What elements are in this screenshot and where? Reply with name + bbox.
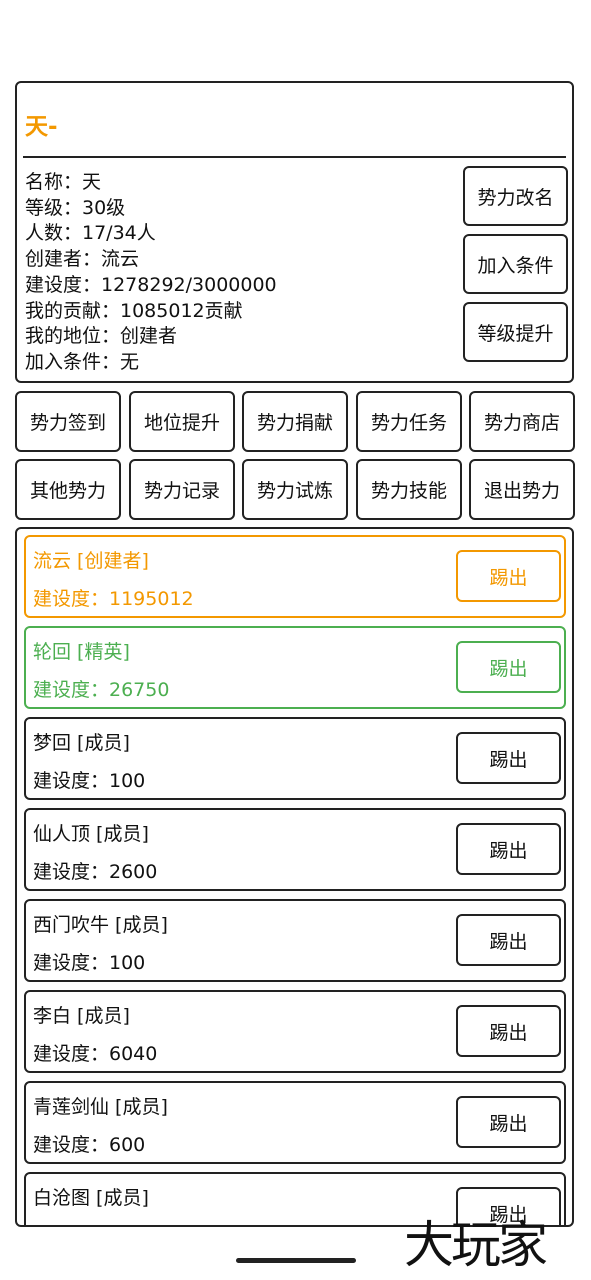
info-name: 名称：天 bbox=[25, 171, 102, 193]
member-row-creator: 流云 [创建者] 建设度：1195012 踢出 bbox=[24, 535, 566, 618]
guild-title: 天- bbox=[25, 114, 58, 140]
watermark-logo: 大玩家 bbox=[404, 1216, 548, 1274]
other-guilds-button[interactable]: 其他势力 bbox=[15, 459, 121, 520]
member-construction: 建设度：26750 bbox=[33, 679, 170, 701]
member-name: 青莲剑仙 [成员] bbox=[33, 1096, 168, 1118]
guild-trial-button[interactable]: 势力试炼 bbox=[242, 459, 348, 520]
member-row: 青莲剑仙 [成员] 建设度：600 踢出 bbox=[24, 1081, 566, 1164]
kick-button[interactable]: 踢出 bbox=[456, 550, 561, 602]
member-construction: 建设度：100 bbox=[33, 770, 146, 792]
member-name: 仙人顶 [成员] bbox=[33, 823, 149, 845]
info-join-condition: 加入条件：无 bbox=[25, 350, 140, 373]
kick-button[interactable]: 踢出 bbox=[456, 1096, 561, 1148]
info-my-position: 我的地位：创建者 bbox=[25, 325, 178, 348]
home-indicator[interactable] bbox=[236, 1258, 356, 1263]
kick-button[interactable]: 踢出 bbox=[456, 823, 561, 875]
rank-up-button[interactable]: 地位提升 bbox=[129, 391, 235, 452]
level-up-button[interactable]: 等级提升 bbox=[463, 302, 568, 362]
member-construction: 建设度：1195012 bbox=[33, 588, 194, 610]
info-my-contribution: 我的贡献：1085012贡献 bbox=[25, 299, 243, 322]
guild-info-panel: 天- 名称：天 等级：30级 人数：17/34人 创建者：流云 建设度：1278… bbox=[15, 81, 574, 383]
member-name: 白沧图 [成员] bbox=[33, 1187, 149, 1209]
info-creator: 创建者：流云 bbox=[25, 248, 140, 271]
guild-signin-button[interactable]: 势力签到 bbox=[15, 391, 121, 452]
member-row: 仙人顶 [成员] 建设度：2600 踢出 bbox=[24, 808, 566, 891]
member-name: 流云 [创建者] bbox=[33, 550, 149, 572]
member-row-elite: 轮回 [精英] 建设度：26750 踢出 bbox=[24, 626, 566, 709]
kick-button[interactable]: 踢出 bbox=[456, 732, 561, 784]
guild-shop-button[interactable]: 势力商店 bbox=[469, 391, 575, 452]
leave-guild-button[interactable]: 退出势力 bbox=[469, 459, 575, 520]
member-construction: 建设度：100 bbox=[33, 952, 146, 974]
rename-guild-button[interactable]: 势力改名 bbox=[463, 166, 568, 226]
member-name: 轮回 [精英] bbox=[33, 641, 130, 663]
join-condition-button[interactable]: 加入条件 bbox=[463, 234, 568, 294]
member-list[interactable]: 流云 [创建者] 建设度：1195012 踢出 轮回 [精英] 建设度：2675… bbox=[15, 527, 574, 1227]
kick-button[interactable]: 踢出 bbox=[456, 641, 561, 693]
guild-tasks-button[interactable]: 势力任务 bbox=[356, 391, 462, 452]
member-construction: 建设度：6040 bbox=[33, 1043, 158, 1065]
info-members: 人数：17/34人 bbox=[25, 222, 156, 245]
info-level: 等级：30级 bbox=[25, 196, 126, 219]
info-construction: 建设度：1278292/3000000 bbox=[25, 273, 277, 296]
guild-skills-button[interactable]: 势力技能 bbox=[356, 459, 462, 520]
member-row: 李白 [成员] 建设度：6040 踢出 bbox=[24, 990, 566, 1073]
title-divider bbox=[23, 156, 566, 158]
member-name: 梦回 [成员] bbox=[33, 732, 130, 754]
member-row: 梦回 [成员] 建设度：100 踢出 bbox=[24, 717, 566, 800]
kick-button[interactable]: 踢出 bbox=[456, 914, 561, 966]
member-name: 李白 [成员] bbox=[33, 1005, 130, 1027]
member-name: 西门吹牛 [成员] bbox=[33, 914, 168, 936]
donate-button[interactable]: 势力捐献 bbox=[242, 391, 348, 452]
member-construction: 建设度：600 bbox=[33, 1134, 146, 1156]
guild-log-button[interactable]: 势力记录 bbox=[129, 459, 235, 520]
member-row: 西门吹牛 [成员] 建设度：100 踢出 bbox=[24, 899, 566, 982]
kick-button[interactable]: 踢出 bbox=[456, 1005, 561, 1057]
member-construction: 建设度：2600 bbox=[33, 861, 158, 883]
guild-info-list: 名称：天 等级：30级 人数：17/34人 创建者：流云 建设度：1278292… bbox=[25, 170, 277, 376]
